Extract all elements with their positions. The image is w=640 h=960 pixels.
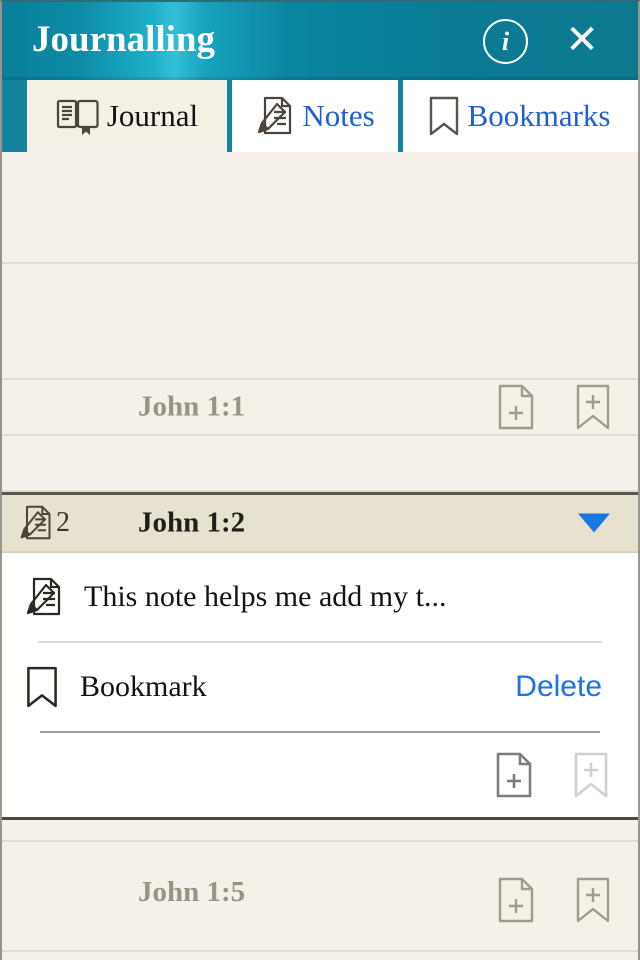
note-pencil-icon xyxy=(18,503,54,543)
bookmark-icon xyxy=(24,664,60,710)
note-pencil-icon xyxy=(24,575,64,619)
tab-journal[interactable]: Journal xyxy=(27,80,227,152)
verse-row-blank[interactable] xyxy=(2,264,638,380)
verse-list[interactable]: John 1:1 2 John 1:2 This note helps me a… xyxy=(2,152,638,960)
list-item-note[interactable]: This note helps me add my t... xyxy=(2,553,638,641)
tab-bar: Journal Notes Bookmarks xyxy=(2,80,638,152)
add-bookmark-icon[interactable] xyxy=(574,876,612,924)
verse-row-blank[interactable] xyxy=(2,436,638,492)
delete-button[interactable]: Delete xyxy=(515,671,602,703)
tab-bookmarks-label: Bookmarks xyxy=(467,98,611,133)
chevron-down-icon[interactable] xyxy=(578,513,610,533)
note-preview-text: This note helps me add my t... xyxy=(84,580,447,613)
verse-group-expanded: 2 John 1:2 This note helps me add my t..… xyxy=(2,492,638,820)
verse-row-blank[interactable] xyxy=(2,952,638,960)
table-row[interactable]: John 1:1 xyxy=(2,380,638,436)
title-bar: Journalling i ✕ xyxy=(2,2,638,80)
verse-group-actions xyxy=(494,751,610,799)
add-note-icon[interactable] xyxy=(496,383,536,431)
table-row[interactable]: John 1:5 xyxy=(2,842,638,952)
info-circle-icon[interactable]: i xyxy=(483,19,528,64)
verse-row-blank[interactable] xyxy=(2,152,638,264)
tab-notes-label: Notes xyxy=(302,98,375,133)
add-bookmark-icon[interactable] xyxy=(574,383,612,431)
close-icon[interactable]: ✕ xyxy=(558,16,606,64)
verse-row-actions xyxy=(496,876,612,924)
page-title: Journalling xyxy=(32,19,215,60)
list-item-bookmark[interactable]: Bookmark Delete xyxy=(2,643,638,731)
tab-journal-label: Journal xyxy=(106,98,199,133)
open-book-icon xyxy=(56,96,100,136)
tab-bookmarks[interactable]: Bookmarks xyxy=(403,80,638,152)
bookmark-label: Bookmark xyxy=(80,670,207,703)
add-bookmark-icon xyxy=(572,751,610,799)
verse-group-header[interactable]: 2 John 1:2 xyxy=(2,495,638,553)
journalling-panel: Journalling i ✕ Journal Notes Bookmarks … xyxy=(0,0,640,960)
add-note-icon[interactable] xyxy=(496,876,536,924)
verse-group-footer xyxy=(2,733,638,817)
tab-notes[interactable]: Notes xyxy=(232,80,398,152)
verse-row-blank[interactable] xyxy=(2,820,638,842)
add-note-icon[interactable] xyxy=(494,751,534,799)
verse-row-actions xyxy=(496,383,612,431)
verse-reference: John 1:2 xyxy=(138,506,246,539)
note-count: 2 xyxy=(18,503,70,543)
verse-reference: John 1:5 xyxy=(138,876,246,908)
bookmark-icon xyxy=(427,94,461,138)
verse-group-body: This note helps me add my t... Bookmark … xyxy=(2,553,638,817)
verse-reference: John 1:1 xyxy=(138,390,246,423)
note-pencil-icon xyxy=(255,95,295,137)
note-count-label: 2 xyxy=(56,507,70,538)
